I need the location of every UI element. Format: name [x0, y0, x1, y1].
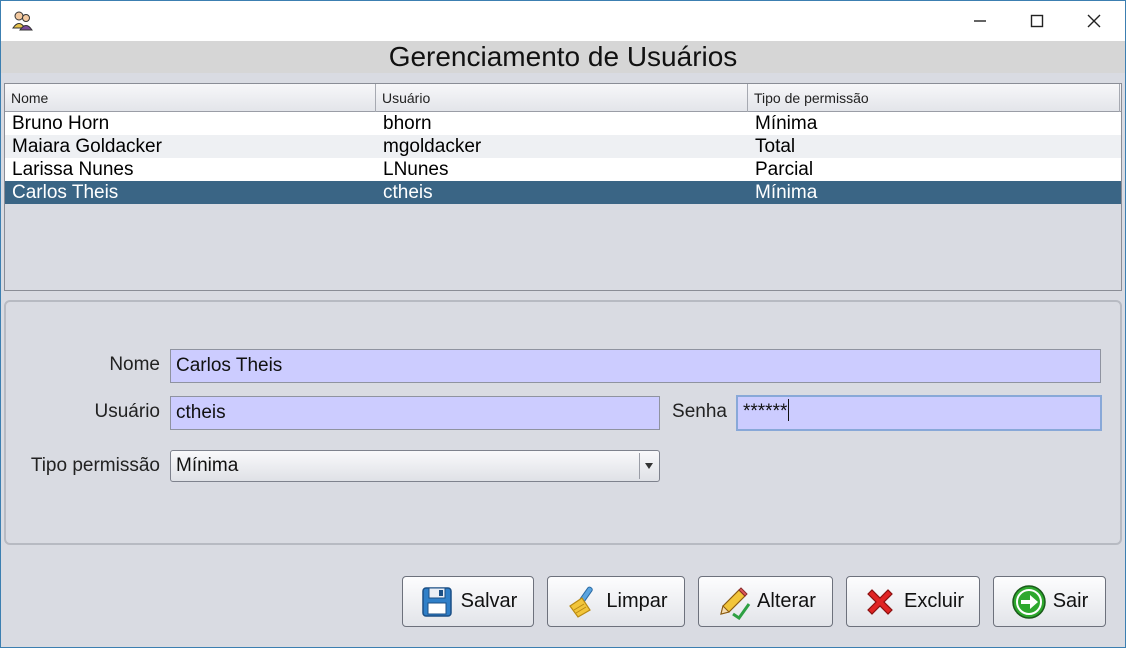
senha-label: Senha: [672, 401, 727, 422]
table-row[interactable]: Bruno Horn bhorn Mínima: [5, 112, 1121, 135]
cell-tipo: Parcial: [755, 159, 814, 180]
table-body: Bruno Horn bhorn Mínima Maiara Goldacker…: [5, 112, 1121, 204]
table-header: Nome Usuário Tipo de permissão: [5, 84, 1121, 112]
sair-button[interactable]: Sair: [993, 576, 1106, 627]
title-bar: [1, 1, 1125, 41]
cell-tipo: Total: [755, 136, 796, 157]
maximize-button[interactable]: [1008, 1, 1066, 41]
limpar-button[interactable]: Limpar: [547, 576, 685, 627]
cell-usuario: bhorn: [383, 113, 432, 134]
senha-value: ******: [743, 401, 788, 422]
column-header-usuario[interactable]: Usuário: [376, 84, 748, 112]
cell-usuario: LNunes: [383, 159, 449, 180]
pencil-icon: [720, 586, 751, 620]
senha-field[interactable]: ******: [736, 395, 1102, 431]
tipo-permissao-label: Tipo permissão: [30, 455, 160, 476]
red-x-icon: [867, 588, 893, 615]
chevron-down-icon: [644, 463, 653, 469]
alterar-button[interactable]: Alterar: [698, 576, 833, 627]
nome-label: Nome: [109, 354, 160, 375]
usuario-field[interactable]: ctheis: [170, 396, 660, 430]
floppy-disk-icon: [421, 586, 452, 617]
minimize-icon: [974, 20, 986, 22]
cell-usuario: mgoldacker: [383, 136, 482, 157]
column-header-tipo[interactable]: Tipo de permissão: [748, 84, 1120, 112]
users-table[interactable]: Nome Usuário Tipo de permissão Bruno Hor…: [4, 83, 1122, 291]
text-caret: [788, 399, 790, 421]
cell-nome: Carlos Theis: [12, 182, 119, 203]
salvar-label: Salvar: [460, 590, 518, 612]
alterar-label: Alterar: [757, 590, 816, 612]
maximize-icon: [1030, 14, 1044, 28]
cell-nome: Bruno Horn: [12, 113, 110, 134]
cell-tipo: Mínima: [755, 182, 818, 203]
sair-label: Sair: [1052, 590, 1089, 612]
broom-icon: [569, 586, 594, 618]
excluir-label: Excluir: [903, 590, 964, 612]
salvar-button[interactable]: Salvar: [402, 576, 534, 627]
close-button[interactable]: [1065, 1, 1123, 41]
user-management-window: Gerenciamento de Usuários Nome Usuário T…: [0, 0, 1126, 648]
cell-nome: Maiara Goldacker: [12, 136, 162, 157]
nome-field[interactable]: Carlos Theis: [170, 349, 1101, 383]
table-row-selected[interactable]: Carlos Theis ctheis Mínima: [5, 181, 1121, 204]
users-app-icon[interactable]: [10, 9, 34, 33]
green-arrow-icon: [1011, 584, 1046, 619]
dropdown-arrow[interactable]: [639, 453, 657, 479]
table-row[interactable]: Maiara Goldacker mgoldacker Total: [5, 135, 1121, 158]
excluir-button[interactable]: Excluir: [846, 576, 980, 627]
limpar-label: Limpar: [606, 590, 668, 612]
close-icon: [1087, 14, 1101, 28]
page-title: Gerenciamento de Usuários: [388, 41, 738, 72]
cell-nome: Larissa Nunes: [12, 159, 134, 180]
cell-usuario: ctheis: [383, 182, 433, 203]
usuario-label: Usuário: [94, 401, 160, 422]
tipo-permissao-select[interactable]: Mínima: [170, 450, 660, 482]
page-header: Gerenciamento de Usuários: [1, 41, 1125, 73]
table-row[interactable]: Larissa Nunes LNunes Parcial: [5, 158, 1121, 181]
minimize-button[interactable]: [951, 1, 1009, 41]
tipo-permissao-value: Mínima: [176, 455, 239, 476]
cell-tipo: Mínima: [755, 113, 818, 134]
column-header-nome[interactable]: Nome: [5, 84, 376, 112]
